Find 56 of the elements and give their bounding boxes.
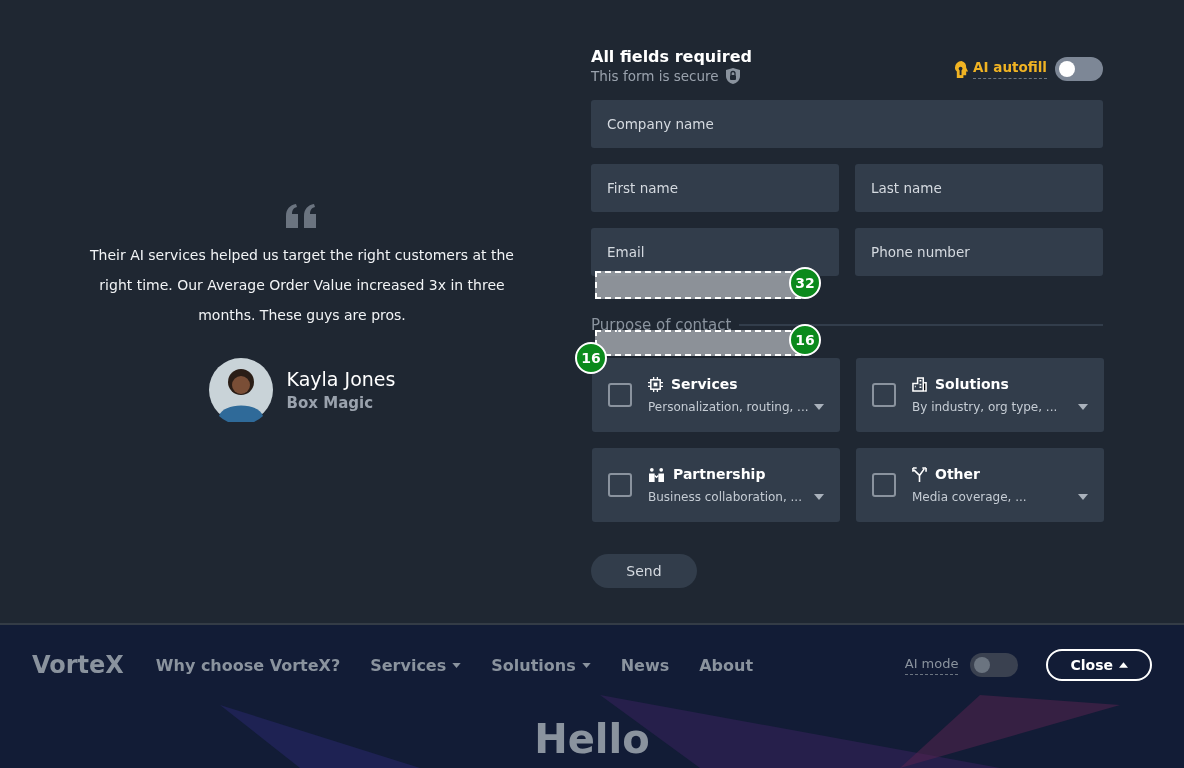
caret-icon[interactable]	[452, 662, 462, 668]
purpose-card[interactable]: Solutions By industry, org type, ...	[856, 358, 1104, 432]
input-field[interactable]: First name	[591, 164, 839, 212]
input-field[interactable]: Company name	[591, 100, 1103, 148]
caret-icon[interactable]	[1078, 404, 1088, 410]
purpose-card[interactable]: Partnership Business collaboration, ...	[592, 448, 840, 522]
form-title: All fields required	[591, 47, 752, 66]
checkbox[interactable]	[872, 383, 896, 407]
caret-icon[interactable]	[814, 494, 824, 500]
chip-icon	[648, 376, 663, 392]
checkbox[interactable]	[608, 473, 632, 497]
ai-autofill-label[interactable]: AI autofill	[973, 59, 1047, 79]
building-icon	[912, 376, 927, 392]
author-company: Box Magic	[286, 394, 375, 412]
hero-heading: Hello	[534, 719, 650, 759]
split-arrow-icon	[912, 466, 927, 482]
caret-icon[interactable]	[1078, 494, 1088, 500]
spacing-badge: 16	[575, 342, 607, 374]
close-button[interactable]: Close	[1046, 649, 1152, 681]
head-icon	[954, 60, 970, 78]
purpose-title: Solutions	[935, 376, 1009, 392]
nav-link[interactable]: About	[699, 655, 754, 675]
ai-mode-toggle[interactable]	[970, 653, 1019, 677]
send-button[interactable]: Send	[591, 554, 697, 588]
purpose-summary: Media coverage, ...	[912, 490, 1027, 504]
quote-icon	[286, 204, 318, 228]
spacing-badge: 16	[789, 324, 821, 356]
secure-note: This form is secure	[591, 68, 719, 84]
input-field[interactable]: Email	[591, 228, 839, 276]
purpose-summary: By industry, org type, ...	[912, 400, 1058, 414]
input-field[interactable]: Last name	[855, 164, 1103, 212]
purpose-title: Services	[671, 376, 738, 392]
nav-link[interactable]: News	[620, 655, 670, 675]
logo[interactable]: VorteX	[32, 651, 124, 679]
caret-icon[interactable]	[581, 662, 591, 668]
testimonial-quote: Their AI services helped us target the right customers at the right time. Our Average Order Value increased 3x in three months. These guys are pros.	[89, 246, 515, 325]
checkbox[interactable]	[608, 383, 632, 407]
purpose-title: Partnership	[673, 466, 766, 482]
purpose-card[interactable]: Other Media coverage, ...	[856, 448, 1104, 522]
purpose-summary: Personalization, routing, ...	[648, 400, 809, 414]
people-icon	[648, 466, 665, 482]
author-name: Kayla Jones	[286, 368, 396, 390]
nav-link[interactable]: Services	[370, 655, 462, 675]
purpose-title: Other	[935, 466, 980, 482]
section-label: Purpose of contact	[591, 316, 732, 334]
input-field[interactable]: Phone number	[855, 228, 1103, 276]
caret-icon[interactable]	[814, 404, 824, 410]
ai-autofill-toggle[interactable]	[1055, 57, 1103, 81]
shield-lock-icon	[725, 68, 740, 84]
avatar	[208, 358, 273, 422]
nav-link[interactable]: Why choose VorteX?	[155, 655, 341, 675]
caret-icon	[1119, 662, 1128, 668]
nav-link[interactable]: Solutions	[491, 655, 591, 675]
ai-mode-label[interactable]: AI mode	[904, 655, 959, 675]
purpose-summary: Business collaboration, ...	[648, 490, 802, 504]
checkbox[interactable]	[872, 473, 896, 497]
